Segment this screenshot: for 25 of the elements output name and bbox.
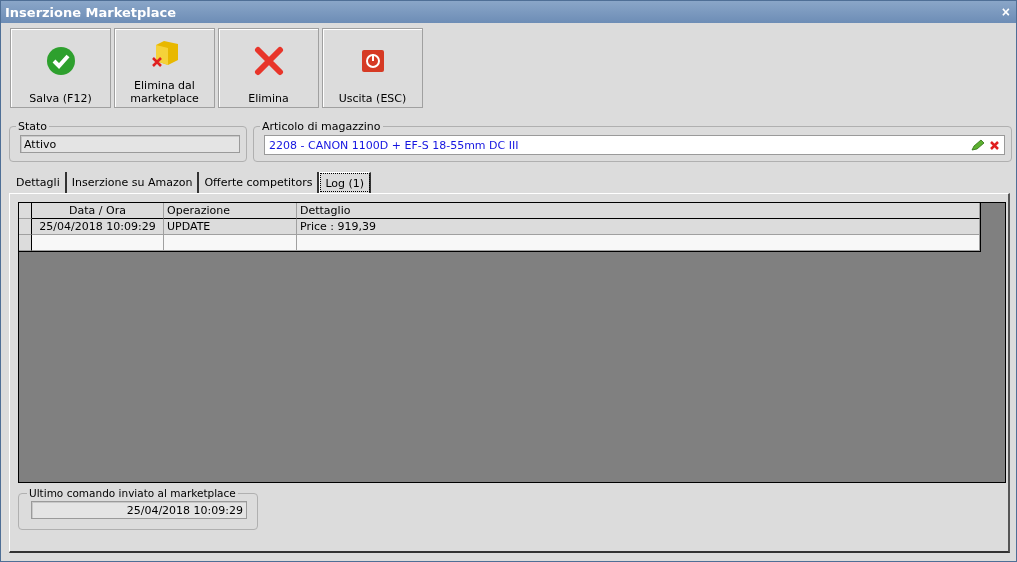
checkmark-icon: [45, 45, 76, 76]
toolbar-button[interactable]: Elimina: [218, 28, 319, 108]
column-header: Data / Ora: [32, 203, 164, 219]
window-title: Inserzione Marketplace: [5, 4, 177, 20]
pencil-icon[interactable]: [971, 139, 985, 151]
power-icon: [360, 48, 385, 73]
field-value: 2208 - CANON 1100D + EF-S 18-55mm DC III: [269, 138, 520, 152]
group-label: Articolo di magazzino: [261, 120, 382, 133]
stato-field: Attivo: [20, 135, 240, 153]
column-header: Operazione: [164, 203, 297, 219]
cross-icon: [253, 45, 284, 76]
box-delete-icon: [149, 39, 180, 69]
articolo-field[interactable]: 2208 - CANON 1100D + EF-S 18-55mm DC III: [264, 135, 1005, 155]
group-label: Ultimo comando inviato al marketplace: [28, 487, 237, 499]
delete-icon[interactable]: [989, 139, 1000, 151]
tab[interactable]: Log (1): [319, 172, 372, 193]
group-label: Stato: [17, 120, 49, 133]
table-cell: Price : 919,39: [297, 219, 980, 235]
column-header: Dettaglio: [297, 203, 980, 219]
toolbar-button[interactable]: Elimina dal marketplace: [114, 28, 215, 108]
table-cell: UPDATE: [164, 219, 297, 235]
toolbar-button[interactable]: Uscita (ESC): [322, 28, 423, 108]
toolbar-button[interactable]: Salva (F12): [10, 28, 111, 108]
table-cell: 25/04/2018 10:09:29: [32, 219, 164, 235]
ultimo-field: 25/04/2018 10:09:29: [31, 501, 247, 519]
